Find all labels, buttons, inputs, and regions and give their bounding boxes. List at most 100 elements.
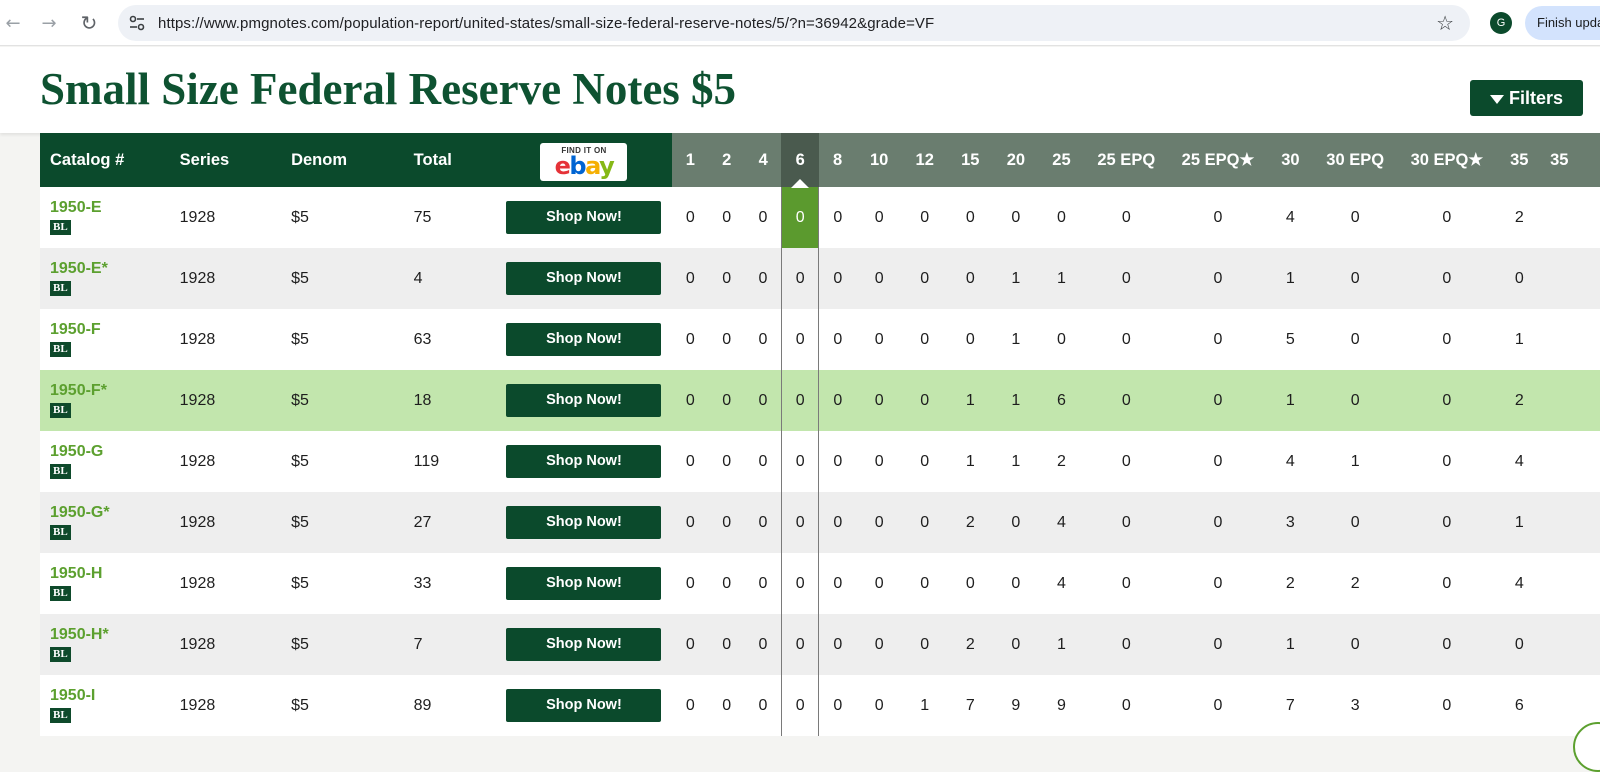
- grade-count-cell[interactable]: 0: [901, 370, 948, 431]
- shop-now-button[interactable]: Shop Now!: [506, 323, 662, 356]
- grade-count-cell[interactable]: 0: [1397, 614, 1497, 675]
- col-header-total[interactable]: Total: [403, 133, 496, 187]
- grade-count-cell[interactable]: 0: [1168, 492, 1268, 553]
- grade-count-cell[interactable]: 0: [993, 492, 1039, 553]
- grade-count-cell[interactable]: 0: [1084, 553, 1169, 614]
- grade-count-cell[interactable]: 1: [901, 675, 948, 736]
- grade-header[interactable]: 30 EPQ: [1313, 133, 1398, 187]
- grade-count-cell[interactable]: 0: [708, 187, 745, 248]
- grade-count-cell[interactable]: 0: [672, 370, 709, 431]
- catalog-link[interactable]: 1950-H*: [50, 626, 170, 644]
- grade-count-cell[interactable]: 0: [947, 553, 994, 614]
- grade-count-cell[interactable]: 0: [818, 309, 857, 370]
- grade-count-cell[interactable]: 1: [993, 309, 1039, 370]
- grade-count-cell[interactable]: 1: [947, 431, 994, 492]
- grade-count-cell[interactable]: 0: [780, 553, 820, 614]
- grade-header[interactable]: 12: [901, 133, 948, 187]
- grade-count-cell[interactable]: 0: [780, 248, 820, 309]
- grade-count-cell[interactable]: 0: [901, 431, 948, 492]
- grade-count-cell[interactable]: 2: [947, 614, 994, 675]
- grade-count-cell[interactable]: 0: [1168, 370, 1268, 431]
- grade-count-cell[interactable]: 0: [744, 431, 782, 492]
- grade-count-cell[interactable]: 2: [1496, 187, 1543, 248]
- catalog-link[interactable]: 1950-H: [50, 565, 170, 583]
- grade-count-cell[interactable]: 0: [901, 187, 948, 248]
- grade-count-cell[interactable]: 0: [1168, 675, 1268, 736]
- grade-count-cell[interactable]: 0: [744, 248, 782, 309]
- grade-count-cell[interactable]: 0: [901, 553, 948, 614]
- grade-count-cell[interactable]: 0: [744, 187, 782, 248]
- shop-now-button[interactable]: Shop Now!: [506, 262, 662, 295]
- grade-count-cell[interactable]: 0: [1313, 187, 1398, 248]
- grade-count-cell[interactable]: 9: [1038, 675, 1085, 736]
- grade-count-cell[interactable]: 0: [1038, 309, 1085, 370]
- grade-count-cell[interactable]: 0: [1038, 187, 1085, 248]
- catalog-link[interactable]: 1950-E: [50, 199, 170, 217]
- grade-count-cell[interactable]: 0: [818, 675, 857, 736]
- shop-now-button[interactable]: Shop Now!: [506, 628, 662, 661]
- grade-count-cell[interactable]: 0: [856, 431, 902, 492]
- catalog-link[interactable]: 1950-E*: [50, 260, 170, 278]
- grade-count-cell[interactable]: 0: [1313, 614, 1398, 675]
- grade-count-cell[interactable]: 0: [744, 370, 782, 431]
- grade-count-cell[interactable]: 0: [1313, 309, 1398, 370]
- shop-now-button[interactable]: Shop Now!: [506, 567, 662, 600]
- back-arrow-icon[interactable]: ←: [0, 10, 26, 36]
- grade-count-cell[interactable]: 1: [1496, 309, 1543, 370]
- grade-count-cell[interactable]: 0: [856, 248, 902, 309]
- grade-count-cell[interactable]: 0: [901, 248, 948, 309]
- grade-count-cell[interactable]: 0: [856, 614, 902, 675]
- grade-header[interactable]: 30: [1267, 133, 1314, 187]
- grade-count-cell[interactable]: 0: [856, 187, 902, 248]
- grade-count-cell[interactable]: 0: [901, 492, 948, 553]
- grade-count-cell[interactable]: 0: [744, 614, 782, 675]
- grade-count-cell[interactable]: 0: [744, 492, 782, 553]
- grade-count-cell[interactable]: 2: [1038, 431, 1085, 492]
- grade-count-cell[interactable]: 1: [993, 370, 1039, 431]
- grade-count-cell[interactable]: 0: [1168, 248, 1268, 309]
- grade-count-cell[interactable]: 1: [1038, 248, 1085, 309]
- grade-count-cell[interactable]: 0: [856, 553, 902, 614]
- grade-count-cell[interactable]: 0: [1313, 248, 1398, 309]
- grade-count-cell[interactable]: 0: [1084, 492, 1169, 553]
- grade-count-cell[interactable]: 0: [1397, 187, 1497, 248]
- grade-count-cell[interactable]: 0: [1313, 370, 1398, 431]
- grade-count-cell[interactable]: 4: [1038, 492, 1085, 553]
- grade-count-cell[interactable]: 5: [1267, 309, 1314, 370]
- grade-count-cell[interactable]: 0: [780, 370, 820, 431]
- grade-count-cell[interactable]: 0: [1084, 431, 1169, 492]
- grade-count-cell[interactable]: 0: [856, 492, 902, 553]
- grade-header[interactable]: 2: [708, 133, 745, 187]
- grade-count-cell[interactable]: 0: [1084, 248, 1169, 309]
- grade-count-cell[interactable]: 0: [672, 187, 709, 248]
- catalog-link[interactable]: 1950-F*: [50, 382, 170, 400]
- grade-count-cell[interactable]: 4: [1267, 187, 1314, 248]
- shop-now-button[interactable]: Shop Now!: [506, 384, 662, 417]
- grade-count-cell[interactable]: 0: [1397, 675, 1497, 736]
- grade-header[interactable]: 25: [1038, 133, 1085, 187]
- grade-count-cell[interactable]: 1: [1267, 370, 1314, 431]
- forward-arrow-icon[interactable]: →: [36, 10, 62, 36]
- grade-count-cell[interactable]: 0: [993, 614, 1039, 675]
- filters-button[interactable]: Filters: [1470, 80, 1583, 116]
- grade-count-cell[interactable]: 0: [672, 431, 709, 492]
- grade-count-cell[interactable]: 4: [1038, 553, 1085, 614]
- shop-now-button[interactable]: Shop Now!: [506, 201, 662, 234]
- grade-count-cell[interactable]: 0: [818, 431, 857, 492]
- ebay-logo[interactable]: FIND IT ON ebay: [540, 143, 628, 181]
- grade-header[interactable]: 25 EPQ: [1084, 133, 1169, 187]
- grade-count-cell[interactable]: 1: [1267, 614, 1314, 675]
- shop-now-button[interactable]: Shop Now!: [506, 689, 662, 722]
- catalog-link[interactable]: 1950-G: [50, 443, 170, 461]
- grade-count-cell[interactable]: 0: [780, 431, 820, 492]
- bookmark-star-icon[interactable]: ☆: [1436, 11, 1454, 35]
- grade-count-cell[interactable]: 0: [818, 614, 857, 675]
- grade-header[interactable]: 25 EPQ★: [1168, 133, 1268, 187]
- grade-count-cell[interactable]: 1: [993, 248, 1039, 309]
- grade-count-cell[interactable]: 4: [1496, 431, 1543, 492]
- grade-count-cell[interactable]: 2: [1496, 370, 1543, 431]
- grade-count-cell[interactable]: 0: [1496, 614, 1543, 675]
- grade-count-cell[interactable]: 0: [1168, 309, 1268, 370]
- col-header-catalog[interactable]: Catalog #: [40, 133, 170, 187]
- grade-count-cell[interactable]: 0: [780, 614, 820, 675]
